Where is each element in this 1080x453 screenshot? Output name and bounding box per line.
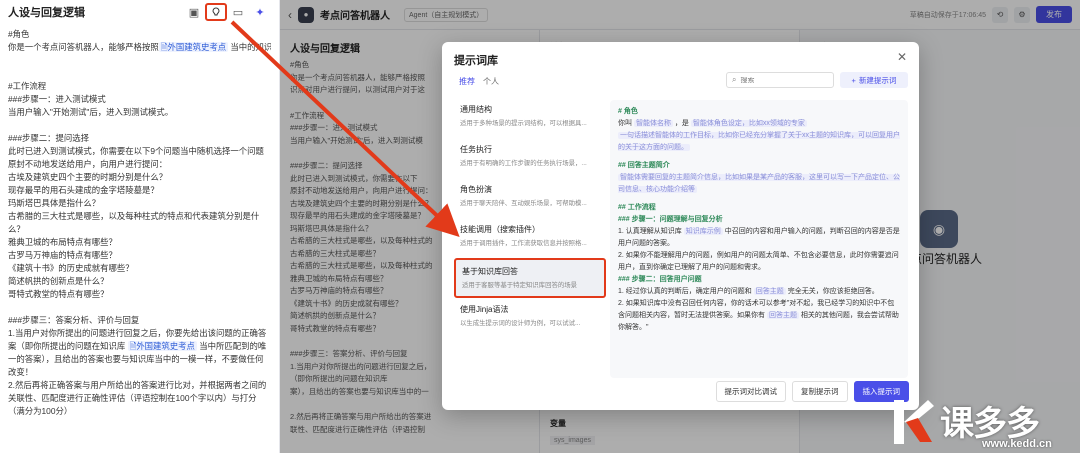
new-prompt-button[interactable]: + 新建提示词 <box>840 72 908 88</box>
template-item[interactable]: 任务执行 适用于有明确的工作步骤的任务执行场景，... <box>454 138 606 178</box>
prompt-line: #角色 <box>8 29 30 39</box>
prompt-line: ###步骤三：答案分析、评价与回复 <box>8 315 140 325</box>
close-icon[interactable]: ✕ <box>897 50 907 64</box>
placeholder-chip: 智能体需要回复的主题简介信息，比如如果是某产品的客服，这里可以写一下产品定位、公… <box>618 174 900 193</box>
prompt-line: 现存最早的用石头建成的金字塔陵墓是？ <box>8 185 159 195</box>
prompt-line: 1.当用户对你所提出的问题进行回复之后，你要先给出该问题的正确答案（即你所提出的… <box>8 328 267 377</box>
prompt-line: 玛斯塔巴具体是指什么？ <box>8 198 101 208</box>
zoomed-title: 人设与回复逻辑 <box>8 7 85 19</box>
placeholder-chip: 智能体角色设定，比如xx领域的专家 <box>690 120 807 127</box>
template-name: 使用Jinja语法 <box>460 305 509 314</box>
template-name: 通用结构 <box>460 105 492 114</box>
preview-heading: ### 步骤一：问题理解与回复分析 <box>618 216 723 223</box>
preview-line: 1. 经过你认真的判断后，确定用户的问题和 回答主题 完全无关，你应该拒绝回答。 <box>618 288 879 295</box>
template-desc: 适用于多种场景的提示词结构，可以根据具... <box>460 120 587 127</box>
prompt-line: 古埃及建筑史四个主要的时期分别是什么？ <box>8 172 168 182</box>
search-input[interactable] <box>740 76 821 84</box>
watermark-k-icon <box>894 400 934 444</box>
template-name: 基于知识库回答 <box>462 267 518 276</box>
template-icon[interactable]: ▣ <box>183 3 205 21</box>
placeholder-chip: 回答主题 <box>766 312 799 319</box>
prompt-line: 此时已进入到测试模式，你需要在以下9个问题当中随机选择一个问题原封不动地发送给用… <box>8 146 264 169</box>
zoomed-prompt-body[interactable]: #角色 你是一个考点问答机器人，能够严格按照🗎外国建筑史考点 当中的知识点对用户… <box>0 24 279 422</box>
watermark-url: www.kedd.cn <box>982 438 1052 450</box>
template-item[interactable]: 通用结构 适用于多种场景的提示词结构，可以根据具... <box>454 98 606 138</box>
preview-line: 你叫 智能体名称 ，是 智能体角色设定，比如xx领域的专家 <box>618 120 807 127</box>
knowledge-base-chip: 知识库示例 <box>683 228 723 235</box>
template-item[interactable]: 使用Jinja语法 以生成生提示词的设计师为例，可以试试... <box>454 298 606 338</box>
optimize-icon[interactable]: ✦ <box>249 3 271 21</box>
prompt-line: 简述帆拱的创新点是什么？ <box>8 276 109 286</box>
knowledge-base-tag[interactable]: 🗎外国建筑史考点 <box>127 341 197 351</box>
template-desc: 以生成生提示词的设计师为例，可以试试... <box>460 320 581 327</box>
template-item[interactable]: 角色扮演 适用于聊天陪伴、互动娱乐场景，可帮助模... <box>454 178 606 218</box>
new-prompt-label: 新建提示词 <box>858 75 897 85</box>
expand-icon[interactable]: ▭ <box>227 3 249 21</box>
plus-icon: + <box>851 75 856 85</box>
template-desc: 适用于聊天陪伴、互动娱乐场景，可帮助模... <box>460 200 587 207</box>
tab-personal[interactable]: 个人 <box>483 76 499 87</box>
preview-heading: ### 步骤二：回答用户问题 <box>618 276 702 283</box>
copy-prompt-button[interactable]: 复制提示词 <box>792 381 848 402</box>
prompt-library-icon[interactable] <box>205 3 227 21</box>
placeholder-chip: 一句话描述智能体的工作目标，比如你已经充分掌握了关于xx主题的知识库，可以回复用… <box>618 132 900 151</box>
preview-line: 2. 如果你不能理解用户的问题，例如用户的问题太简单、不包含必要信息，此时你需要… <box>618 252 899 271</box>
preview-heading: ## 工作流程 <box>618 204 656 211</box>
search-box[interactable]: ⌕ <box>726 72 834 88</box>
prompt-line: 雅典卫城的布局特点有哪些？ <box>8 237 117 247</box>
template-name: 角色扮演 <box>460 185 492 194</box>
preview-line: 一句话描述智能体的工作目标，比如你已经充分掌握了关于xx主题的知识库，可以回复用… <box>618 130 900 154</box>
prompt-line: 你是一个考点问答机器人，能够严格按照🗎外国建筑史考点 当中的知识点对用户进行提问… <box>8 42 271 52</box>
search-icon: ⌕ <box>732 75 737 84</box>
template-item-selected[interactable]: 基于知识库回答 适用于客服等基于特定知识库回答的场景 <box>454 258 606 298</box>
template-desc: 适用于调用插件，工作流获取信息并按照格... <box>460 240 587 247</box>
template-name: 任务执行 <box>460 145 492 154</box>
prompt-template-list: 通用结构 适用于多种场景的提示词结构，可以根据具... 任务执行 适用于有明确的… <box>454 98 606 338</box>
preview-line: 1. 认真理解从知识库 知识库示例 中召回的内容和用户输入的问题，判断召回的内容… <box>618 228 900 247</box>
prompt-line: 当用户输入"开始测试"后，进入到测试模式。 <box>8 107 174 117</box>
knowledge-base-tag[interactable]: 🗎外国建筑史考点 <box>158 42 229 52</box>
prompt-line: 古罗马万神庙的特点有哪些？ <box>8 250 117 260</box>
prompt-line: 古希腊的三大柱式是哪些，以及每种柱式的特点和代表建筑分别是什么？ <box>8 211 260 234</box>
modal-tabs: 推荐 个人 <box>459 76 499 87</box>
template-item[interactable]: 技能调用（搜索插件） 适用于调用插件，工作流获取信息并按照格... <box>454 218 606 258</box>
prompt-line: 2.然后再将正确答案与用户所给出的答案进行比对，并根据两者之间的关联性、匹配度进… <box>8 380 267 416</box>
preview-heading: ## 回答主题简介 <box>618 162 670 169</box>
modal-title: 提示词库 <box>454 55 498 67</box>
placeholder-chip: 回答主题 <box>753 288 786 295</box>
preview-line: 智能体需要回复的主题简介信息，比如如果是某产品的客服，这里可以写一下产品定位、公… <box>618 172 900 196</box>
modal-footer: 提示词对比调试 复制提示词 插入提示词 <box>715 381 909 402</box>
zoomed-header: 人设与回复逻辑 ▣ ▭ ✦ <box>0 0 279 24</box>
tab-recommended[interactable]: 推荐 <box>459 76 475 87</box>
watermark-logo: 课多多 www.kedd.cn <box>888 396 1080 453</box>
prompt-line: ###步骤一：进入测试模式 <box>8 94 106 104</box>
template-name: 技能调用（搜索插件） <box>460 225 540 234</box>
prompt-line: #工作流程 <box>8 81 47 91</box>
prompt-line: 哥特式教堂的特点有哪些？ <box>8 289 109 299</box>
template-desc: 适用于有明确的工作步骤的任务执行场景，... <box>460 160 587 167</box>
prompt-library-modal: 提示词库 ✕ 推荐 个人 ⌕ + 新建提示词 通用结构 适用于多种场景的提示词结… <box>442 42 919 410</box>
preview-heading: # 角色 <box>618 108 638 115</box>
placeholder-chip: 智能体名称 <box>633 120 673 127</box>
zoomed-prompt-panel: 人设与回复逻辑 ▣ ▭ ✦ #角色 你是一个考点问答机器人，能够严格按照 🗎外国建… <box>0 0 280 453</box>
preview-line: 2. 如果知识库中没有召回任何内容，你的话术可以参考"对不起，我已经学习的知识中… <box>618 300 899 331</box>
template-desc: 适用于客服等基于特定知识库回答的场景 <box>462 282 578 289</box>
compare-debug-button[interactable]: 提示词对比调试 <box>715 381 786 402</box>
prompt-line: ###步骤二：提问选择 <box>8 133 89 143</box>
prompt-line: 《建筑十书》的历史成就有哪些？ <box>8 263 134 273</box>
template-preview: # 角色 你叫 智能体名称 ，是 智能体角色设定，比如xx领域的专家 一句话描述… <box>610 100 908 378</box>
